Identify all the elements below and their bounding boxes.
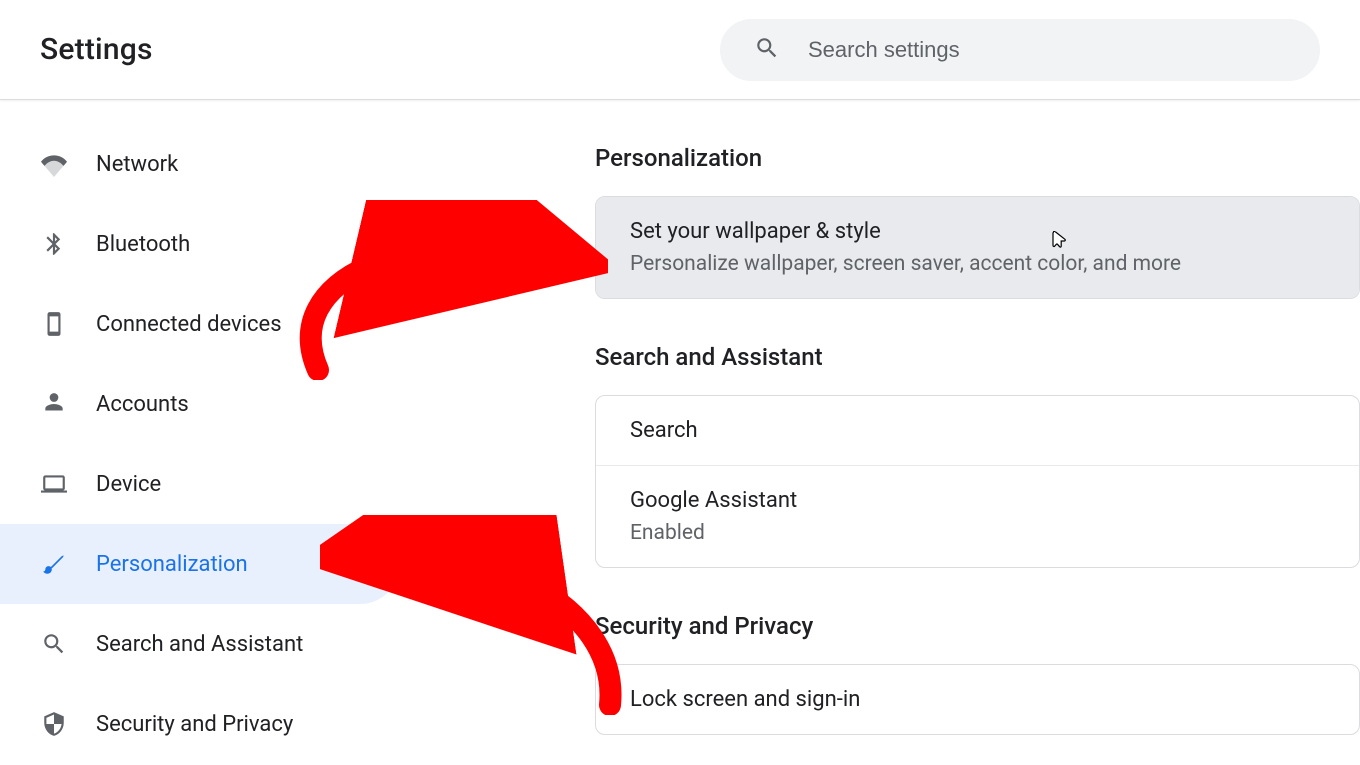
person-icon [40, 390, 68, 418]
topbar: Settings [0, 0, 1360, 100]
sidebar-item-device[interactable]: Device [0, 444, 400, 524]
sidebar-item-personalization[interactable]: Personalization [0, 524, 400, 604]
search-icon [754, 35, 780, 65]
wifi-icon [40, 150, 68, 178]
sidebar-item-label: Security and Privacy [96, 712, 293, 737]
shield-icon [40, 710, 68, 738]
card-personalization: Set your wallpaper & style Personalize w… [595, 196, 1360, 299]
search-bar[interactable] [720, 19, 1320, 81]
search-wrap [720, 19, 1320, 81]
sidebar-item-accounts[interactable]: Accounts [0, 364, 400, 444]
search-input[interactable] [808, 37, 1286, 63]
sidebar-item-label: Network [96, 152, 178, 177]
brush-icon [40, 550, 68, 578]
page-title: Settings [40, 32, 153, 67]
sidebar-item-search-assistant[interactable]: Search and Assistant [0, 604, 400, 684]
row-primary: Lock screen and sign-in [630, 687, 1325, 712]
sidebar-item-label: Device [96, 472, 161, 497]
sidebar-item-network[interactable]: Network [0, 124, 400, 204]
bluetooth-icon [40, 230, 68, 258]
sidebar-item-label: Connected devices [96, 312, 282, 337]
sidebar-item-label: Personalization [96, 552, 248, 577]
laptop-icon [40, 470, 68, 498]
row-secondary: Enabled [630, 521, 1325, 545]
card-security-privacy: Lock screen and sign-in [595, 664, 1360, 735]
row-primary: Search [630, 418, 1325, 443]
row-primary: Set your wallpaper & style [630, 219, 1325, 244]
row-secondary: Personalize wallpaper, screen saver, acc… [630, 252, 1325, 276]
row-primary: Google Assistant [630, 488, 1325, 513]
sidebar-item-label: Bluetooth [96, 232, 190, 257]
card-search-assistant: Search Google Assistant Enabled [595, 395, 1360, 568]
row-google-assistant[interactable]: Google Assistant Enabled [596, 465, 1359, 567]
sidebar-item-connected-devices[interactable]: Connected devices [0, 284, 400, 364]
row-search[interactable]: Search [596, 396, 1359, 465]
section-title-security-privacy: Security and Privacy [595, 612, 1360, 640]
sidebar-item-label: Accounts [96, 392, 189, 417]
search-icon [40, 630, 68, 658]
sidebar-item-label: Search and Assistant [96, 632, 303, 657]
row-wallpaper-style[interactable]: Set your wallpaper & style Personalize w… [596, 197, 1359, 298]
section-title-search-assistant: Search and Assistant [595, 343, 1360, 371]
sidebar-item-bluetooth[interactable]: Bluetooth [0, 204, 400, 284]
row-lock-screen[interactable]: Lock screen and sign-in [596, 665, 1359, 734]
sidebar: Network Bluetooth Connected devices Acco… [0, 100, 400, 765]
sidebar-item-security[interactable]: Security and Privacy [0, 684, 400, 764]
phone-icon [40, 310, 68, 338]
section-title-personalization: Personalization [595, 144, 1360, 172]
main-content: Personalization Set your wallpaper & sty… [400, 100, 1360, 765]
